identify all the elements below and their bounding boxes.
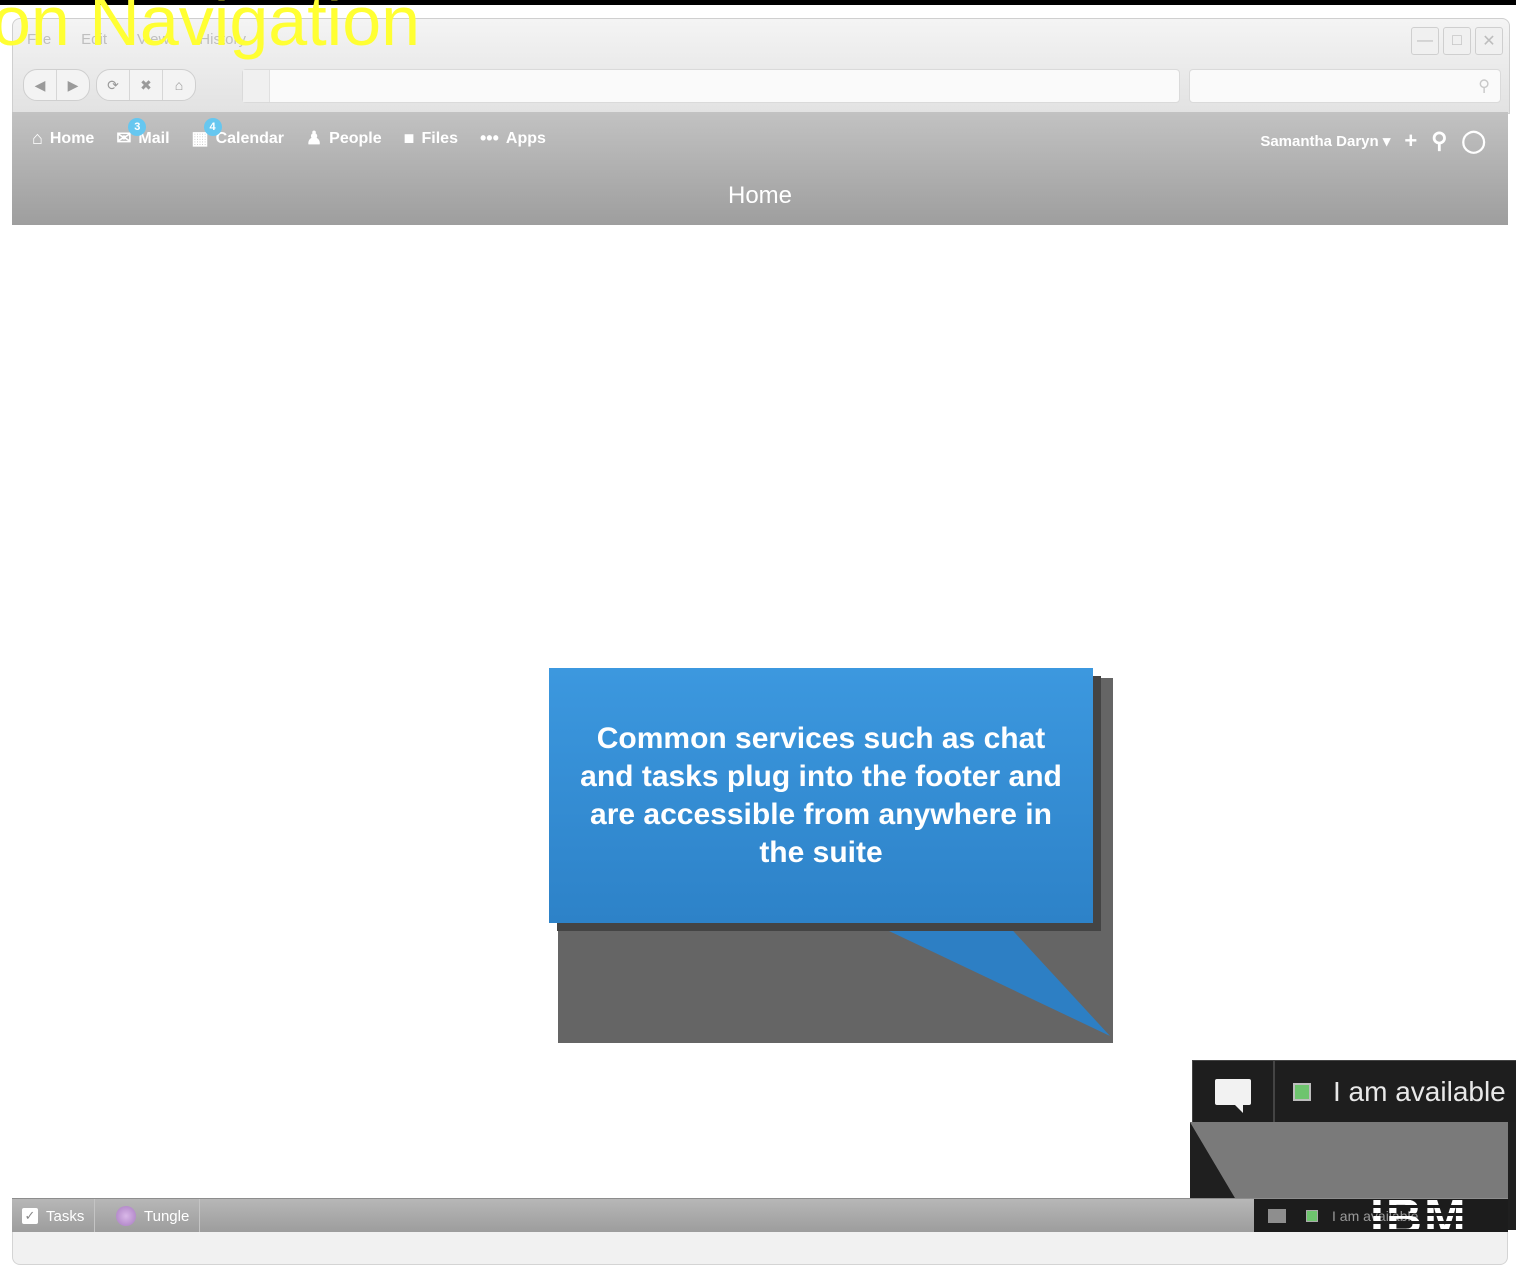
footer-item-tungle[interactable]: Tungle [106, 1199, 201, 1233]
footer-item-tasks[interactable]: ✓ Tasks [12, 1199, 96, 1233]
chat-icon[interactable] [1268, 1209, 1286, 1223]
status-indicator [1306, 1210, 1318, 1222]
chat-widget-zoom[interactable]: I am available [1192, 1060, 1516, 1123]
footer-item-label: Tungle [144, 1207, 190, 1225]
callout-pointer [868, 921, 1110, 1036]
status-indicator [1293, 1082, 1311, 1101]
chat-button[interactable] [1193, 1060, 1275, 1123]
callout-box: Common services such as chat and tasks p… [549, 668, 1093, 923]
slide-title: on Navigation [0, 0, 421, 60]
browser-bottom-edge [12, 1232, 1508, 1265]
footer-item-label: Tasks [46, 1207, 85, 1225]
checkbox-icon: ✓ [22, 1208, 38, 1224]
tungle-icon [116, 1206, 136, 1226]
callout-text: Common services such as chat and tasks p… [580, 721, 1062, 869]
status-text[interactable]: I am available [1333, 1076, 1506, 1108]
footer-bar: ✓ Tasks Tungle I am available [12, 1198, 1508, 1233]
chat-icon [1215, 1078, 1251, 1113]
